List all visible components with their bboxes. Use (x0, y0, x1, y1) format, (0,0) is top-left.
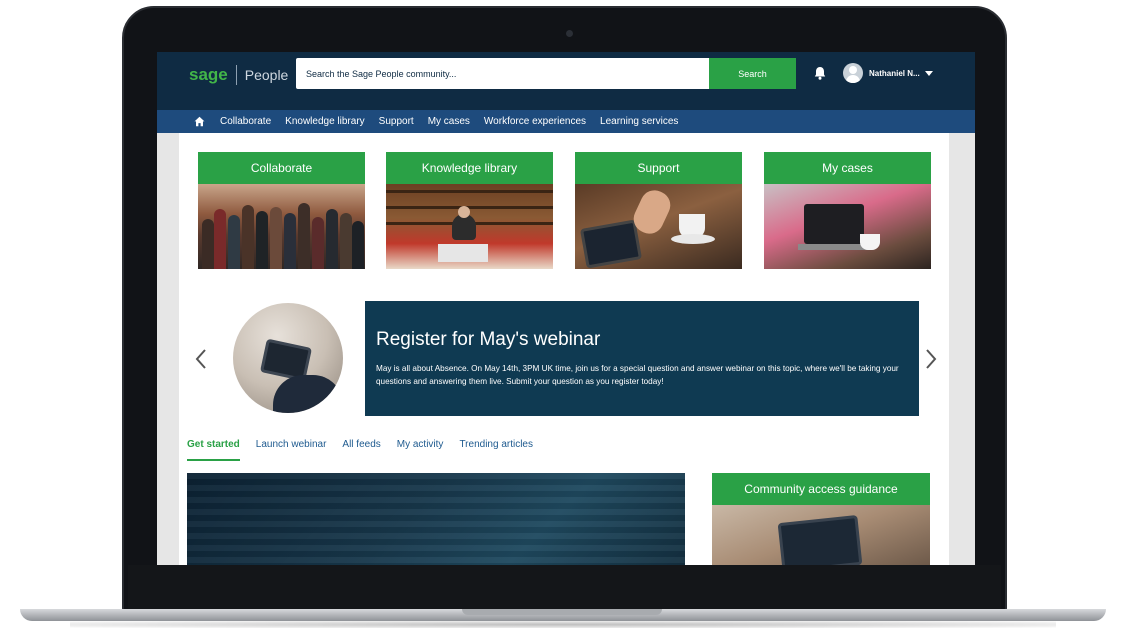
coffee-tablet-photo (575, 184, 742, 269)
laptop-chin (128, 565, 1001, 609)
tab-launch-webinar[interactable]: Launch webinar (256, 439, 327, 461)
tile-my-cases[interactable]: My cases (764, 152, 931, 269)
crowd-photo (198, 184, 365, 269)
tab-trending-articles[interactable]: Trending articles (459, 439, 533, 461)
camera-dot (566, 30, 573, 37)
webinar-photo (233, 303, 343, 413)
sage-people-logo[interactable]: sage People (189, 64, 288, 86)
nav-item-learning-services[interactable]: Learning services (600, 116, 678, 127)
avatar (843, 63, 863, 83)
tab-my-activity[interactable]: My activity (397, 439, 444, 461)
tile-knowledge-library[interactable]: Knowledge library (386, 152, 553, 269)
nav-item-knowledge-library[interactable]: Knowledge library (285, 116, 365, 127)
chevron-right-icon[interactable] (923, 348, 939, 370)
site-header: sage People Search Nathaniel N... (157, 52, 975, 110)
nav-item-workforce-experiences[interactable]: Workforce experiences (484, 116, 586, 127)
search-input[interactable] (296, 58, 709, 89)
tile-title: My cases (764, 152, 931, 184)
nav-item-support[interactable]: Support (379, 116, 414, 127)
search-button[interactable]: Search (709, 58, 796, 89)
main-nav: Collaborate Knowledge library Support My… (157, 110, 975, 133)
logo-product: People (244, 67, 289, 83)
tile-title: Collaborate (198, 152, 365, 184)
screen: sage People Search Nathaniel N... Collab… (157, 52, 975, 565)
tile-collaborate[interactable]: Collaborate (198, 152, 365, 269)
nav-item-collaborate[interactable]: Collaborate (220, 116, 271, 127)
logo-divider (235, 65, 237, 85)
content-tabs: Get started Launch webinar All feeds My … (187, 439, 549, 461)
banner-title: Register for May's webinar (376, 329, 601, 350)
bell-icon[interactable] (812, 65, 828, 81)
tile-title: Knowledge library (386, 152, 553, 184)
feature-image[interactable] (187, 473, 685, 565)
tile-title: Support (575, 152, 742, 184)
community-access-guidance-card[interactable]: Community access guidance (712, 473, 930, 565)
tile-support[interactable]: Support (575, 152, 742, 269)
nav-item-my-cases[interactable]: My cases (428, 116, 470, 127)
guidance-photo (712, 505, 930, 565)
tab-get-started[interactable]: Get started (187, 439, 240, 461)
tab-all-feeds[interactable]: All feeds (342, 439, 380, 461)
webinar-banner[interactable]: Register for May's webinar May is all ab… (365, 301, 919, 416)
laptop-shadow (70, 621, 1056, 628)
banner-text: May is all about Absence. On May 14th, 3… (376, 364, 899, 386)
library-photo (386, 184, 553, 269)
chevron-down-icon (924, 70, 933, 76)
user-menu[interactable]: Nathaniel N... (843, 62, 933, 84)
laptop-coffee-photo (764, 184, 931, 269)
user-name: Nathaniel N... (869, 68, 920, 78)
home-icon[interactable] (194, 116, 205, 127)
chevron-left-icon[interactable] (193, 348, 209, 370)
guidance-title: Community access guidance (712, 473, 930, 505)
logo-brand: sage (189, 65, 228, 84)
page-content: Collaborate Knowledge library Support My… (179, 133, 949, 565)
laptop-base-notch (462, 609, 662, 615)
